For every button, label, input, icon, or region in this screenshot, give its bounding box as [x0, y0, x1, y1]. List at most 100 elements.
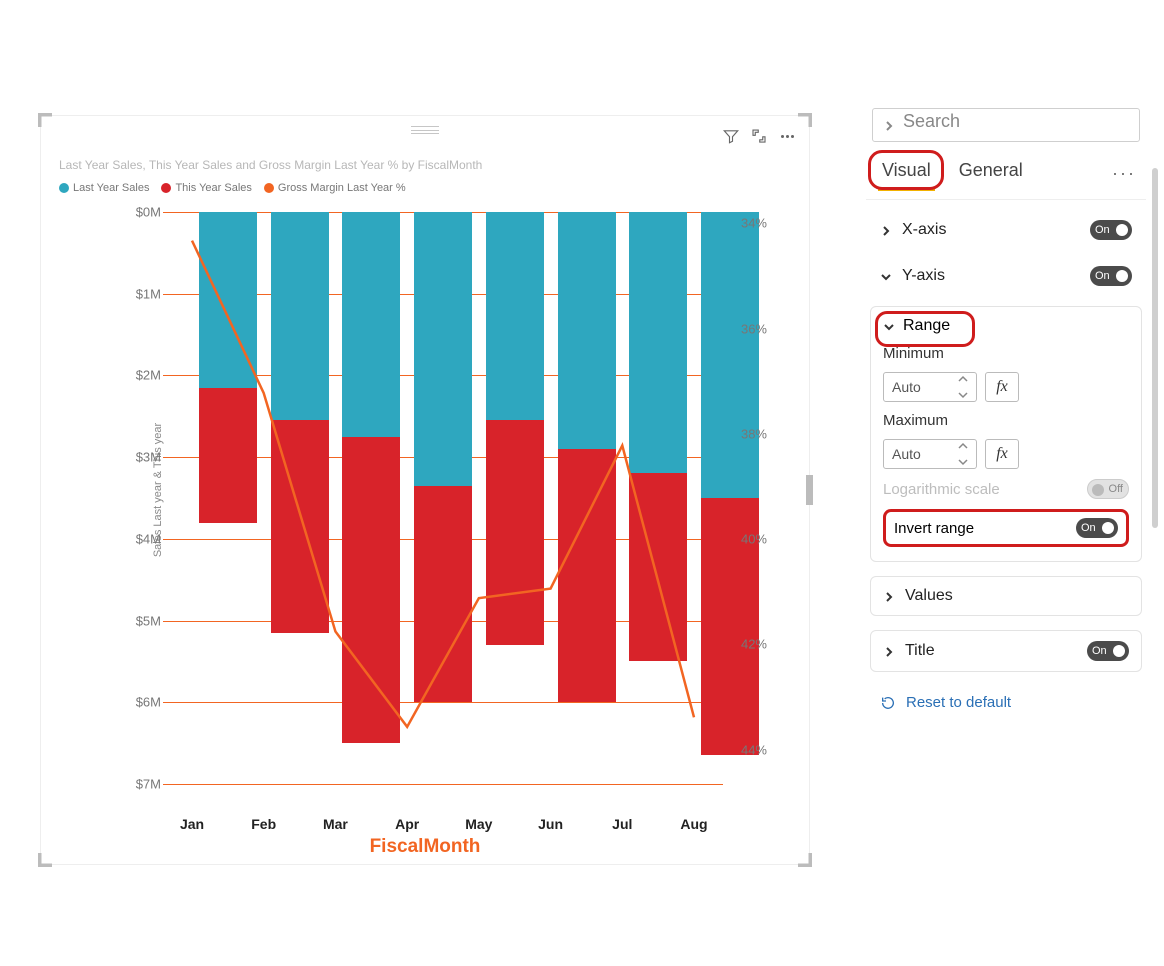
section-range[interactable]: Range — [883, 317, 950, 335]
y-tick-right: 44% — [741, 742, 767, 757]
bar-group[interactable] — [486, 212, 544, 784]
bar-last-year-sales[interactable] — [629, 212, 687, 473]
x-tick-label: Jul — [593, 816, 651, 832]
bar-this-year-sales[interactable] — [271, 420, 329, 632]
legend-swatch-series2 — [161, 183, 171, 193]
bar-group[interactable] — [414, 212, 472, 784]
x-tick-label: Apr — [378, 816, 436, 832]
bar-this-year-sales[interactable] — [342, 437, 400, 743]
bar-last-year-sales[interactable] — [271, 212, 329, 420]
annotation-ring — [868, 150, 944, 190]
resize-handle-right[interactable] — [806, 475, 813, 505]
legend-swatch-series1 — [59, 183, 69, 193]
legend-swatch-series3 — [264, 183, 274, 193]
x-axis-title: FiscalMonth — [41, 836, 809, 858]
y-tick-left: $5M — [119, 613, 161, 628]
range-card: Range Minimum Auto fx Maximum Auto — [870, 306, 1142, 562]
bar-group[interactable] — [271, 212, 329, 784]
tab-general[interactable]: General — [955, 156, 1027, 191]
format-tabs: Visual General ··· — [866, 156, 1146, 200]
format-search-input[interactable]: Search — [872, 108, 1140, 142]
bar-this-year-sales[interactable] — [486, 420, 544, 645]
title-toggle[interactable]: On — [1087, 641, 1129, 661]
chevron-right-icon — [883, 119, 895, 131]
x-tick-label: Mar — [306, 816, 364, 832]
bar-group[interactable] — [629, 212, 687, 784]
x-tick-label: Aug — [665, 816, 723, 832]
y-tick-left: $3M — [119, 450, 161, 465]
maximum-input[interactable]: Auto — [883, 439, 977, 469]
bar-last-year-sales[interactable] — [558, 212, 616, 449]
minimum-input[interactable]: Auto — [883, 372, 977, 402]
spinner-arrows-icon[interactable] — [958, 375, 972, 399]
reset-to-default-button[interactable]: Reset to default — [870, 686, 1142, 719]
chart-plot-area — [127, 212, 759, 802]
section-label: Values — [905, 587, 953, 605]
legend-label: Last Year Sales — [73, 182, 149, 194]
y-tick-left: $1M — [119, 286, 161, 301]
bar-last-year-sales[interactable] — [414, 212, 472, 486]
bar-group[interactable] — [701, 212, 759, 784]
annotation-ring — [875, 311, 975, 347]
y-tick-right: 34% — [741, 216, 767, 231]
chart-title: Last Year Sales, This Year Sales and Gro… — [59, 158, 482, 172]
section-label: X-axis — [902, 221, 946, 239]
section-x-axis[interactable]: X-axis On — [870, 214, 1142, 246]
maximum-label: Maximum — [883, 412, 1129, 429]
legend-label: This Year Sales — [175, 182, 251, 194]
format-pane: Search Visual General ··· X-axis On Y-ax… — [866, 108, 1146, 886]
x-axis-toggle[interactable]: On — [1090, 220, 1132, 240]
bar-group[interactable] — [558, 212, 616, 784]
chevron-right-icon — [883, 590, 895, 602]
log-scale-toggle: Off — [1087, 479, 1129, 499]
filter-icon[interactable] — [721, 126, 741, 146]
bar-last-year-sales[interactable] — [342, 212, 400, 437]
y-tick-right: 40% — [741, 532, 767, 547]
bar-group[interactable] — [199, 212, 257, 784]
y-tick-left: $4M — [119, 531, 161, 546]
section-label: Y-axis — [902, 267, 945, 285]
spinner-arrows-icon[interactable] — [958, 442, 972, 466]
bar-this-year-sales[interactable] — [558, 449, 616, 702]
y-axis-toggle[interactable]: On — [1090, 266, 1132, 286]
chevron-down-icon — [880, 270, 892, 282]
chart-legend: Last Year Sales This Year Sales Gross Ma… — [59, 182, 406, 194]
more-options-icon[interactable] — [777, 126, 797, 146]
chart-visual-container[interactable]: Last Year Sales, This Year Sales and Gro… — [40, 115, 810, 865]
bar-last-year-sales[interactable] — [486, 212, 544, 420]
x-tick-label: Feb — [235, 816, 293, 832]
invert-range-toggle[interactable]: On — [1076, 518, 1118, 538]
x-tick-label: Jun — [522, 816, 580, 832]
bar-last-year-sales[interactable] — [199, 212, 257, 388]
option-invert-range: Invert range On — [883, 509, 1129, 547]
y-tick-left: $2M — [119, 368, 161, 383]
chevron-right-icon — [883, 645, 895, 657]
fx-button[interactable]: fx — [985, 439, 1019, 469]
y-tick-left: $7M — [119, 777, 161, 792]
option-log-scale: Logarithmic scale Off — [883, 479, 1129, 499]
more-options-icon[interactable]: ··· — [1112, 163, 1136, 184]
chevron-right-icon — [880, 224, 892, 236]
pane-scrollbar[interactable] — [1152, 168, 1158, 528]
section-values[interactable]: Values — [870, 576, 1142, 616]
bar-last-year-sales[interactable] — [701, 212, 759, 498]
focus-mode-icon[interactable] — [749, 126, 769, 146]
y-tick-left: $6M — [119, 695, 161, 710]
y-tick-right: 36% — [741, 321, 767, 336]
chart-header — [41, 116, 809, 156]
x-tick-label: Jan — [163, 816, 221, 832]
y-tick-right: 42% — [741, 637, 767, 652]
bar-this-year-sales[interactable] — [199, 388, 257, 523]
fx-button[interactable]: fx — [985, 372, 1019, 402]
section-y-axis[interactable]: Y-axis On — [870, 260, 1142, 292]
bar-this-year-sales[interactable] — [629, 473, 687, 661]
y-tick-left: $0M — [119, 205, 161, 220]
section-label: Title — [905, 642, 935, 660]
x-tick-label: May — [450, 816, 508, 832]
bar-this-year-sales[interactable] — [414, 486, 472, 703]
gridline — [163, 784, 723, 785]
section-title[interactable]: Title On — [870, 630, 1142, 672]
bar-group[interactable] — [342, 212, 400, 784]
y-tick-right: 38% — [741, 426, 767, 441]
drag-grip-icon[interactable] — [411, 126, 439, 134]
